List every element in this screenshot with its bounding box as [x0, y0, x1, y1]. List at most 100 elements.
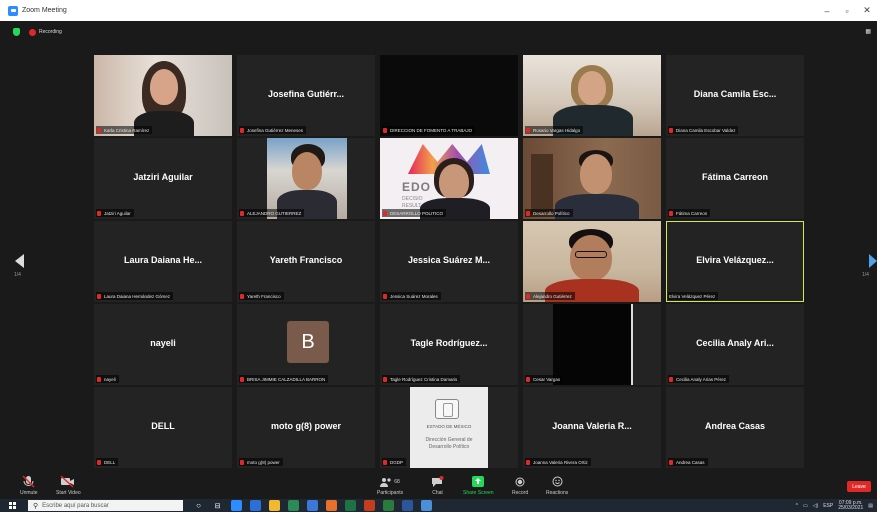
- participant-tile[interactable]: Jessica Suárez M... Jessica Suárez Moral…: [380, 221, 518, 302]
- participant-tile[interactable]: Rosario Vargas Hidalgo: [523, 55, 661, 136]
- recording-label[interactable]: Recording: [39, 29, 62, 35]
- taskbar-search-box[interactable]: ⚲ Escribe aquí para buscar: [28, 500, 183, 511]
- participant-tile[interactable]: DELL DELL: [94, 387, 232, 468]
- close-button[interactable]: ✕: [857, 0, 877, 21]
- next-page-arrow-icon[interactable]: [869, 254, 877, 268]
- active-speaker-tile[interactable]: Elvira Velázquez... Elvira Velázquez Pér…: [666, 221, 804, 302]
- participant-tile[interactable]: Desarrollo Político: [523, 138, 661, 219]
- participant-tile[interactable]: nayeli nayeli: [94, 304, 232, 385]
- mic-muted-icon: [526, 293, 530, 299]
- mic-muted-icon: [526, 376, 530, 382]
- participant-tile[interactable]: DIRECCION DE FOMENTO A TRABAJO: [380, 55, 518, 136]
- share-screen-icon: [472, 475, 485, 488]
- participant-tile[interactable]: Fátima Carreon Fátima Carreon: [666, 138, 804, 219]
- participant-tile[interactable]: Diana Camila Esc... Diana Camila Escobar…: [666, 55, 804, 136]
- participant-label: Alejandro Gutiérrez: [525, 292, 575, 300]
- participant-tile[interactable]: ALEJANDRO GUTIERREZ: [237, 138, 375, 219]
- participant-label: DIRECCION DE FOMENTO A TRABAJO: [382, 126, 476, 134]
- chat-button[interactable]: Chat: [431, 475, 444, 496]
- participant-label: DELL: [96, 458, 119, 466]
- participant-label: Joanna Valeria Rivera Ortiz: [525, 458, 591, 466]
- participant-tile[interactable]: ESTADO DE MÉXICO Dirección General de Des…: [380, 387, 518, 468]
- participant-label: Desarrollo Político: [525, 209, 573, 217]
- participant-tile[interactable]: B BRISA JIMMIE CALZADILLA BARRON: [237, 304, 375, 385]
- powerpoint-icon[interactable]: [364, 500, 375, 511]
- reactions-button[interactable]: Reactions: [546, 475, 568, 496]
- participant-name: Tagle Rodríguez...: [410, 338, 488, 348]
- reactions-smiley-icon: [552, 475, 563, 488]
- mic-muted-icon: [97, 459, 101, 465]
- video-gallery: Karla Cristina Ramírez Josefina Gutiérr.…: [94, 55, 804, 468]
- network-icon[interactable]: ▭: [803, 503, 808, 509]
- video-off-icon: [60, 475, 76, 488]
- file-explorer-icon[interactable]: [269, 500, 280, 511]
- tray-chevron-icon[interactable]: ^: [796, 503, 798, 509]
- participant-tile[interactable]: Jatziri Aguilar Jatziri Aguilar: [94, 138, 232, 219]
- participant-tile[interactable]: Tagle Rodríguez... Tagle Rodríguez Crist…: [380, 304, 518, 385]
- task-view-icon[interactable]: ⊟: [212, 500, 223, 511]
- spreadsheet-icon[interactable]: [383, 500, 394, 511]
- participant-label: Josefina Gutiérrez Meneses: [239, 126, 307, 134]
- participant-tile[interactable]: Joanna Valeria R... Joanna Valeria River…: [523, 387, 661, 468]
- participant-tile[interactable]: Cesar Vargas: [523, 304, 661, 385]
- participant-label: Rosario Vargas Hidalgo: [525, 126, 584, 134]
- mail-icon[interactable]: [307, 500, 318, 511]
- minimize-button[interactable]: –: [817, 0, 837, 21]
- participant-tile[interactable]: Laura Daiana He... Laura Daiana Hernánde…: [94, 221, 232, 302]
- maximize-button[interactable]: ▫: [837, 0, 857, 21]
- participant-tile[interactable]: Karla Cristina Ramírez: [94, 55, 232, 136]
- participant-label: Diana Camila Escobar Valdez: [668, 126, 739, 134]
- participant-tile[interactable]: moto g(8) power moto g(8) power: [237, 387, 375, 468]
- mic-muted-icon: [97, 210, 101, 216]
- participant-label: Andrea Casas: [668, 458, 708, 466]
- record-button[interactable]: Record: [512, 475, 528, 496]
- participant-tile[interactable]: Andrea Casas Andrea Casas: [666, 387, 804, 468]
- cortana-icon[interactable]: ○: [193, 500, 204, 511]
- participant-video: [523, 55, 661, 136]
- mic-muted-icon: [526, 127, 530, 133]
- participant-video: [94, 55, 232, 136]
- language-indicator[interactable]: ESP: [823, 503, 833, 509]
- notifications-icon[interactable]: ▤: [868, 503, 873, 509]
- participant-name: moto g(8) power: [271, 421, 341, 431]
- clock[interactable]: 07:09 p.m. 25/03/2021: [838, 500, 863, 511]
- search-icon: ⚲: [33, 502, 39, 510]
- participant-name: Fátima Carreon: [701, 172, 769, 182]
- security-shield-icon[interactable]: [13, 28, 20, 36]
- mic-muted-icon: [240, 127, 244, 133]
- participant-tile[interactable]: Yareth Francisco Yareth Francisco: [237, 221, 375, 302]
- start-video-button[interactable]: Start Video: [56, 475, 81, 496]
- participant-label: DGDP: [382, 458, 407, 466]
- previous-page-arrow-icon[interactable]: [15, 254, 24, 268]
- participant-tile[interactable]: EDO DECISIO RESULT DESARROLLO POLITICO: [380, 138, 518, 219]
- gallery-view-icon[interactable]: ▦: [865, 28, 871, 35]
- participant-name: nayeli: [150, 338, 176, 348]
- page-indicator-left: 1/4: [14, 272, 21, 278]
- participants-icon: 68: [380, 475, 400, 488]
- participant-tile[interactable]: Josefina Gutiérr... Josefina Gutiérrez M…: [237, 55, 375, 136]
- participant-tile[interactable]: Cecilia Analy Ari... Cecilia Analy Arias…: [666, 304, 804, 385]
- edge-browser-icon[interactable]: [250, 500, 261, 511]
- participant-label: Laura Daiana Hernández Gómez: [96, 292, 174, 300]
- windows-start-icon[interactable]: [9, 502, 16, 509]
- share-screen-button[interactable]: Share Screen: [463, 475, 494, 496]
- mic-muted-icon: [383, 293, 387, 299]
- mic-muted-icon: [383, 127, 387, 133]
- unmute-button[interactable]: Unmute: [20, 475, 38, 496]
- participant-label: Tagle Rodríguez Cristina Damaris: [382, 375, 461, 383]
- zoom-app-icon[interactable]: [231, 500, 242, 511]
- firefox-icon[interactable]: [326, 500, 337, 511]
- meeting-toolbar: Unmute Start Video 68 Participants Chat: [0, 473, 877, 499]
- participant-label: Jessica Suárez Morales: [382, 292, 441, 300]
- participant-tile[interactable]: Alejandro Gutiérrez: [523, 221, 661, 302]
- participant-name: Josefina Gutiérr...: [267, 89, 345, 99]
- store-icon[interactable]: [288, 500, 299, 511]
- volume-icon[interactable]: ◁): [813, 503, 819, 509]
- window-controls: – ▫ ✕: [817, 0, 877, 21]
- word-icon[interactable]: [402, 500, 413, 511]
- mic-muted-icon: [240, 376, 244, 382]
- app-icon[interactable]: [421, 500, 432, 511]
- leave-meeting-button[interactable]: Leave: [847, 481, 871, 492]
- excel-icon[interactable]: [345, 500, 356, 511]
- participants-button[interactable]: 68 Participants: [377, 475, 403, 496]
